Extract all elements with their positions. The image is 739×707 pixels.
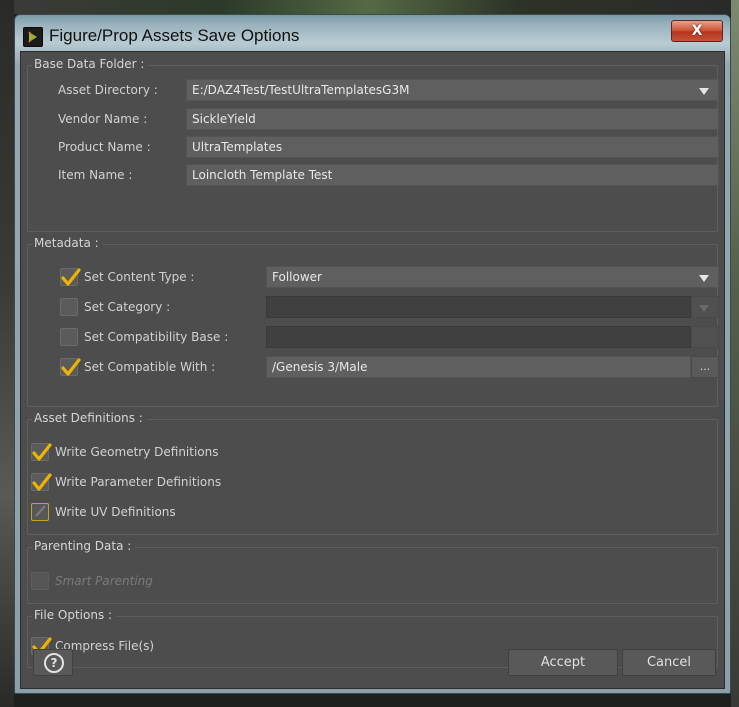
compatibility-base-field (266, 326, 691, 348)
window-title: Figure/Prop Assets Save Options (49, 26, 300, 45)
dialog-body: Base Data Folder : Asset Directory : E:/… (20, 51, 725, 689)
save-options-dialog: Figure/Prop Assets Save Options X Base D… (14, 14, 731, 694)
desktop-background-top (0, 0, 739, 14)
checkmark-icon (32, 473, 52, 491)
asset-directory-label: Asset Directory : (58, 83, 158, 97)
checkmark-icon (61, 268, 81, 286)
metadata-group: Metadata : Set Content Type : Follower S… (27, 235, 719, 407)
category-dropdown-button (691, 296, 719, 318)
uv-definitions-label: Write UV Definitions (55, 505, 176, 519)
compatible-with-label: Set Compatible With : (84, 360, 216, 374)
vendor-name-field[interactable]: SickleYield (186, 108, 719, 130)
compatible-with-field[interactable]: /Genesis 3/Male (266, 356, 691, 378)
compatibility-base-browse-button (691, 326, 719, 348)
uv-definitions-checkbox[interactable] (31, 503, 49, 521)
parenting-data-label: Parenting Data : (32, 538, 136, 554)
compatibility-base-label: Set Compatibility Base : (84, 330, 229, 344)
daz-studio-icon (23, 27, 43, 47)
file-options-label: File Options : (32, 607, 117, 623)
title-bar[interactable]: Figure/Prop Assets Save Options X (15, 15, 730, 51)
desktop-background-right (731, 0, 739, 707)
close-button[interactable]: X (671, 20, 723, 42)
geometry-definitions-label: Write Geometry Definitions (55, 445, 219, 459)
category-field (266, 296, 691, 318)
chevron-down-icon (699, 275, 709, 282)
compatible-with-browse-button[interactable]: ... (691, 356, 719, 378)
asset-directory-dropdown[interactable]: E:/DAZ4Test/TestUltraTemplatesG3M (186, 79, 719, 101)
compatibility-base-checkbox[interactable] (60, 328, 78, 346)
chevron-down-icon (699, 305, 709, 312)
partial-check-icon (35, 505, 46, 517)
base-data-folder-label: Base Data Folder : (32, 56, 149, 72)
asset-definitions-label: Asset Definitions : (32, 410, 147, 426)
asset-definitions-group: Asset Definitions : Write Geometry Defin… (27, 410, 718, 535)
smart-parenting-checkbox (31, 572, 49, 590)
product-name-field[interactable]: UltraTemplates (186, 136, 719, 158)
item-name-field[interactable]: Loincloth Template Test (186, 164, 719, 186)
parenting-data-group: Parenting Data : Smart Parenting (27, 538, 718, 604)
content-type-label: Set Content Type : (84, 270, 195, 284)
chevron-down-icon (699, 88, 709, 95)
metadata-label: Metadata : (32, 235, 103, 251)
help-button[interactable]: ? (33, 649, 73, 676)
vendor-name-label: Vendor Name : (58, 112, 148, 126)
product-name-label: Product Name : (58, 140, 151, 154)
compatible-with-checkbox[interactable] (60, 358, 81, 376)
category-label: Set Category : (84, 300, 171, 314)
item-name-label: Item Name : (58, 168, 133, 182)
checkmark-icon (32, 443, 52, 461)
base-data-folder-group: Base Data Folder : Asset Directory : E:/… (27, 56, 719, 232)
cancel-button[interactable]: Cancel (622, 649, 716, 676)
content-type-value: Follower (272, 270, 322, 284)
accept-button[interactable]: Accept (508, 649, 618, 676)
help-icon: ? (44, 653, 64, 673)
content-type-dropdown[interactable]: Follower (266, 266, 719, 288)
content-type-checkbox[interactable] (60, 268, 81, 286)
smart-parenting-label: Smart Parenting (55, 574, 153, 588)
desktop-background-left (0, 0, 14, 707)
asset-directory-value: E:/DAZ4Test/TestUltraTemplatesG3M (192, 83, 410, 97)
geometry-definitions-checkbox[interactable] (31, 443, 52, 461)
parameter-definitions-checkbox[interactable] (31, 473, 52, 491)
category-checkbox[interactable] (60, 298, 78, 316)
parameter-definitions-label: Write Parameter Definitions (55, 475, 222, 489)
checkmark-icon (61, 358, 81, 376)
